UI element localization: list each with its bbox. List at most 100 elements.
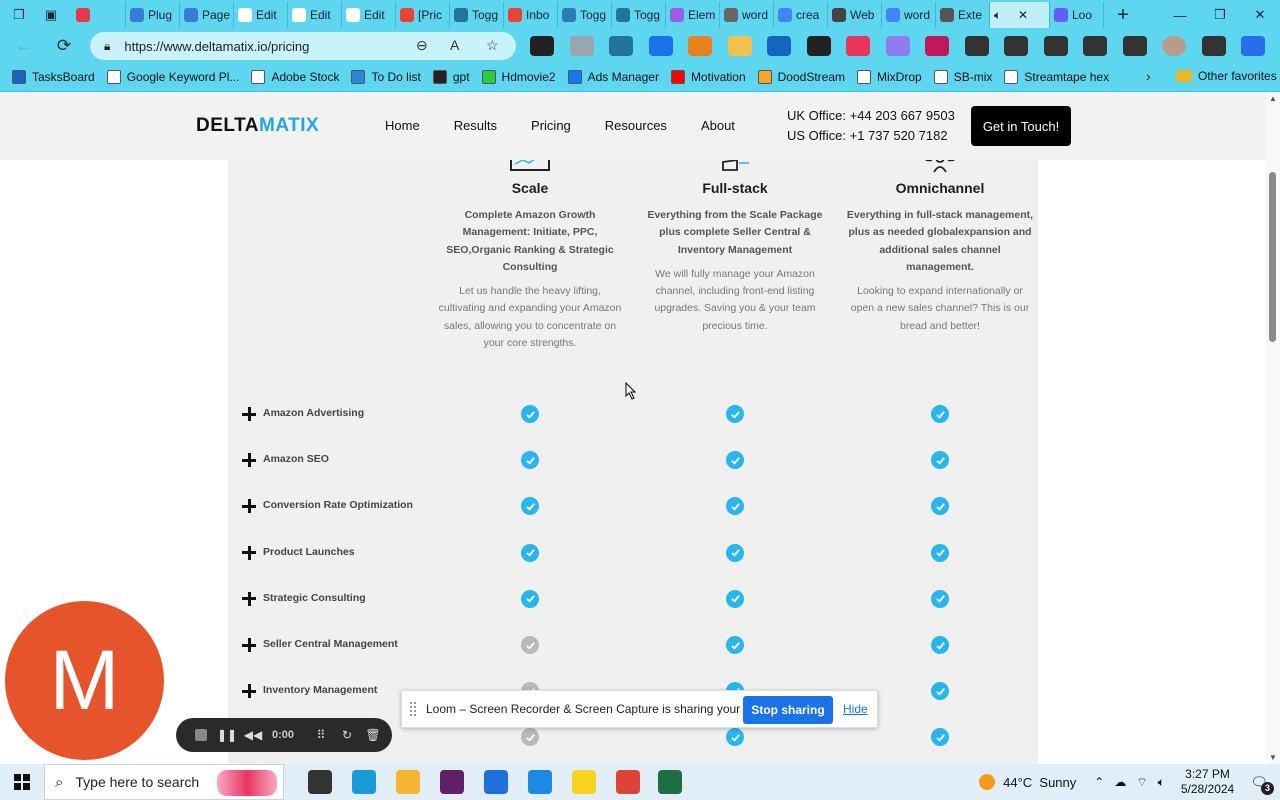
refresh-button[interactable]: ⟳ xyxy=(48,32,80,60)
feature-row[interactable]: Product Launches xyxy=(228,540,1038,570)
uk-office[interactable]: UK Office: +44 203 667 9503 xyxy=(787,106,955,126)
restart-icon[interactable]: ↻ xyxy=(336,724,358,746)
feature-row[interactable]: Seller Central Management xyxy=(228,632,1038,662)
slack-icon[interactable] xyxy=(440,770,464,794)
maximize-button[interactable]: ❐ xyxy=(1200,0,1240,30)
bookmark-item[interactable]: Ads Manager xyxy=(567,69,659,84)
browser-tab[interactable]: Togg xyxy=(558,2,612,28)
extension-icon[interactable] xyxy=(530,36,554,56)
clock[interactable]: 3:27 PM 5/28/2024 xyxy=(1181,767,1234,797)
wordpress-icon[interactable] xyxy=(609,36,633,56)
feature-row[interactable]: Amazon Advertising xyxy=(228,401,1038,431)
bookmark-item[interactable]: To Do list xyxy=(351,69,421,84)
bookmark-item[interactable]: SB-mix xyxy=(933,69,992,84)
loom-camera-bubble[interactable]: M xyxy=(5,601,164,760)
back-button[interactable]: ← xyxy=(8,32,40,60)
read-aloud-icon[interactable]: A xyxy=(450,37,459,53)
plus-icon[interactable] xyxy=(242,407,256,421)
plus-icon[interactable] xyxy=(242,684,256,699)
browser-tab[interactable]: Exte xyxy=(936,2,990,28)
plus-icon[interactable] xyxy=(242,499,256,514)
sticky-notes-icon[interactable] xyxy=(572,770,596,794)
browser-tab[interactable]: Togg xyxy=(612,2,666,28)
browser-tab[interactable]: 🔈︎ ✕ xyxy=(990,2,1050,28)
nav-results[interactable]: Results xyxy=(454,118,497,133)
scrollbar-thumb[interactable] xyxy=(1269,172,1276,342)
nav-about[interactable]: About xyxy=(701,118,735,133)
bookmark-item[interactable]: Google Keyword Pl... xyxy=(106,69,239,84)
tab-actions-icon[interactable]: ▣ xyxy=(38,2,64,28)
mail-icon[interactable] xyxy=(528,770,552,794)
copilot-icon[interactable] xyxy=(1241,36,1265,56)
plus-icon[interactable] xyxy=(242,591,256,606)
close-tab-icon[interactable]: ✕ xyxy=(1018,8,1028,22)
lock-icon[interactable]: 🔒︎ xyxy=(104,39,110,54)
browser-tab[interactable]: word xyxy=(720,2,774,28)
plus-icon[interactable] xyxy=(242,638,256,652)
browser-tab[interactable]: Page xyxy=(180,2,234,28)
browser-tab[interactable]: [Pric xyxy=(396,2,450,28)
collections-icon[interactable] xyxy=(1083,36,1107,56)
browser-tab[interactable]: Plug xyxy=(126,2,180,28)
minimize-button[interactable]: — xyxy=(1160,0,1200,30)
scroll-up-icon[interactable]: ▲ xyxy=(1269,94,1277,103)
bookmark-item[interactable]: Adobe Stock xyxy=(251,69,339,84)
browser-tab[interactable]: Inbo xyxy=(504,2,558,28)
bookmark-item[interactable]: TasksBoard xyxy=(12,69,95,84)
page-scrollbar[interactable]: ▲ ▼ xyxy=(1266,92,1280,764)
profile-icon[interactable] xyxy=(1162,36,1186,56)
bookmark-item[interactable]: DoodStream xyxy=(757,69,845,84)
feature-row[interactable]: Amazon SEO xyxy=(228,447,1038,477)
zoom-icon[interactable]: ⊖ xyxy=(416,37,428,54)
browser-tab[interactable]: Edit xyxy=(234,2,288,28)
cloud-icon[interactable]: ☁ xyxy=(1114,775,1126,789)
grid-icon[interactable] xyxy=(767,36,791,56)
notification-icon[interactable]: 🗨︎ 3 xyxy=(1250,774,1274,795)
browser-tab[interactable]: Web xyxy=(828,2,882,28)
weather[interactable]: 44°C Sunny xyxy=(1003,775,1076,790)
new-tab-button[interactable]: + xyxy=(1110,4,1136,27)
browser-tab[interactable]: Edit xyxy=(288,2,342,28)
site-logo[interactable]: DELTAMATIX xyxy=(196,115,319,137)
favorites-icon[interactable] xyxy=(1043,36,1068,56)
bookmark-item[interactable]: gpt xyxy=(432,69,470,84)
close-window-button[interactable]: ✕ xyxy=(1240,0,1280,30)
edge-icon[interactable] xyxy=(352,770,376,794)
delete-icon[interactable]: 🗑︎ xyxy=(362,724,384,746)
feature-row[interactable]: Strategic Consulting xyxy=(228,586,1038,616)
cloud-icon[interactable] xyxy=(885,36,910,56)
nav-pricing[interactable]: Pricing xyxy=(531,118,571,133)
bookmark-item[interactable]: Streamtape hex xyxy=(1004,69,1109,84)
scroll-down-icon[interactable]: ▼ xyxy=(1269,753,1277,762)
bookmark-item[interactable]: Hdmovie2 xyxy=(481,69,556,84)
bookmark-item[interactable]: Motivation xyxy=(670,69,746,84)
excel-icon[interactable] xyxy=(658,770,682,794)
split-screen-icon[interactable] xyxy=(1004,36,1028,56)
task-view-icon[interactable] xyxy=(308,770,332,794)
other-favorites[interactable]: Other favorites xyxy=(1176,69,1277,83)
file-explorer-icon[interactable] xyxy=(396,770,420,794)
eyedropper-icon[interactable] xyxy=(806,36,831,56)
browser-tab[interactable]: word xyxy=(882,2,936,28)
windows-start-icon[interactable] xyxy=(0,764,44,800)
gear-badge-icon[interactable] xyxy=(925,36,949,56)
drag-grip-icon[interactable] xyxy=(410,702,416,716)
pause-icon[interactable]: ❚❚ xyxy=(216,724,238,746)
color-wheel-icon[interactable] xyxy=(846,36,870,56)
browser-tab[interactable]: crea xyxy=(774,2,828,28)
bookmark-item[interactable]: MixDrop xyxy=(857,69,922,84)
more-icon[interactable] xyxy=(1201,36,1226,56)
plus-icon[interactable] xyxy=(242,453,256,468)
address-bar[interactable]: 🔒︎ https://www.deltamatix.io/pricing ⊖ A… xyxy=(90,32,516,60)
chevron-up-icon[interactable]: ⌃ xyxy=(1094,775,1104,789)
pencil-icon[interactable] xyxy=(727,36,752,56)
get-in-touch-button[interactable]: Get in Touch! xyxy=(971,106,1071,146)
stop-sharing-button[interactable]: Stop sharing xyxy=(743,696,833,724)
nav-home[interactable]: Home xyxy=(385,118,420,133)
store-icon[interactable] xyxy=(484,770,508,794)
hide-link[interactable]: Hide xyxy=(843,702,868,716)
browser-tab[interactable]: Edit xyxy=(342,2,396,28)
taskbar-search[interactable]: ⌕ Type here to search xyxy=(44,764,284,800)
workspaces-icon[interactable]: ❐ xyxy=(6,2,32,28)
puzzle-icon[interactable] xyxy=(964,36,989,56)
